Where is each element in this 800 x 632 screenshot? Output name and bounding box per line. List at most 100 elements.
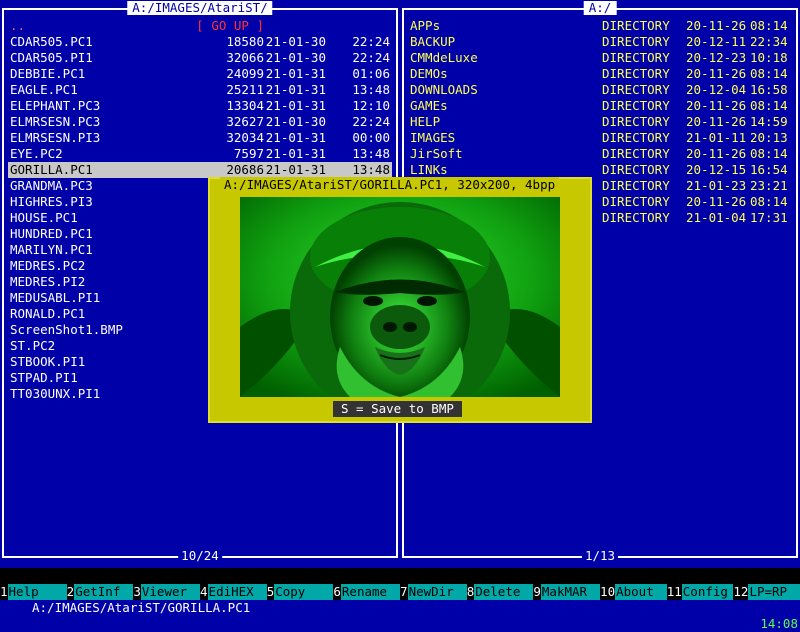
file-size: DIRECTORY [602,82,670,97]
file-name: ST.PC2 [10,338,56,353]
file-time: 22:24 [352,114,390,129]
fkey-number: 11 [666,584,682,599]
file-time: 13:48 [352,146,390,161]
file-name: STPAD.PI1 [10,370,78,385]
file-size: 20686 [226,162,264,177]
right-panel-row-images[interactable]: IMAGES DIRECTORY 21-01-11 20:13 [408,130,792,146]
right-panel-row-help[interactable]: HELP DIRECTORY 20-11-26 14:59 [408,114,792,130]
file-name: EYE.PC2 [10,146,63,161]
file-name: LINKs [410,162,448,177]
file-time: 16:58 [750,82,788,97]
file-name: ELMRSESN.PI3 [10,130,101,145]
fkey-edihex-button[interactable]: 4 EdiHEX [200,584,267,600]
right-panel-row-jirsoft[interactable]: JirSoft DIRECTORY 20-11-26 08:14 [408,146,792,162]
left-panel-row-eye-pc2[interactable]: EYE.PC2 7597 21-01-31 13:48 [8,146,392,162]
file-date: 20-12-23 [686,50,747,65]
fkey-help-button[interactable]: 1 Help [0,584,67,600]
fkey-label: Copy [274,584,334,600]
file-name: DEMOs [410,66,448,81]
gorilla-preview-image [240,197,560,397]
file-date: 21-01-31 [265,66,326,81]
fkey-label: About [615,584,667,600]
right-panel-row-games[interactable]: GAMEs DIRECTORY 20-11-26 08:14 [408,98,792,114]
file-size: DIRECTORY [602,162,670,177]
right-panel-row-downloads[interactable]: DOWNLOADS DIRECTORY 20-12-04 16:58 [408,82,792,98]
file-size: 32066 [226,50,264,65]
left-panel-row-elephant-pc3[interactable]: ELEPHANT.PC3 13304 21-01-31 12:10 [8,98,392,114]
file-time: 13:48 [352,162,390,177]
file-time: 20:13 [750,130,788,145]
file-date: 21-01-30 [265,114,326,129]
file-size: DIRECTORY [602,178,670,193]
fkey-label: EdiHEX [207,584,267,600]
fkey-viewer-button[interactable]: 3 Viewer [133,584,201,600]
file-size: DIRECTORY [602,18,670,33]
right-panel-row-demos[interactable]: DEMOs DIRECTORY 20-11-26 08:14 [408,66,792,82]
fkey-config-button[interactable]: 11 Config [667,584,734,600]
fkey-copy-button[interactable]: 5 Copy [267,584,334,600]
fkey-newdir-button[interactable]: 7 NewDir [400,584,467,600]
file-time: 10:18 [750,50,788,65]
file-date: 21-01-31 [265,82,326,97]
fkey-makmar-button[interactable]: 9 MakMAR [533,584,601,600]
left-panel-row-elmrsesn-pi3[interactable]: ELMRSESN.PI3 32034 21-01-31 00:00 [8,130,392,146]
right-panel-row-apps[interactable]: APPs DIRECTORY 20-11-26 08:14 [408,18,792,34]
file-size: DIRECTORY [602,98,670,113]
file-time: 23:21 [750,178,788,193]
file-size: DIRECTORY [602,50,670,65]
file-size: 13304 [226,98,264,113]
file-date: 20-11-26 [686,194,747,209]
left-panel-row-cdar505-pc1[interactable]: CDAR505.PC1 18580 21-01-30 22:24 [8,34,392,50]
fkey-label: Config [681,584,734,600]
file-name: ScreenShot1.BMP [10,322,123,337]
left-panel-row-elmrsesn-pc3[interactable]: ELMRSESN.PC3 32627 21-01-30 22:24 [8,114,392,130]
left-panel-row-entry[interactable]: .. [ GO UP ] [8,18,392,34]
right-panel-row-cmmdeluxe[interactable]: CMMdeLuxe DIRECTORY 20-12-23 10:18 [408,50,792,66]
file-size: [ GO UP ] [196,18,264,33]
fkey-lp-rp-button[interactable]: 12 LP=RP [733,584,800,600]
left-panel-row-eagle-pc1[interactable]: EAGLE.PC1 25211 21-01-31 13:48 [8,82,392,98]
file-name: STBOOK.PI1 [10,354,86,369]
left-panel-row-debbie-pc1[interactable]: DEBBIE.PC1 24099 21-01-31 01:06 [8,66,392,82]
fkey-delete-button[interactable]: 8 Delete [467,584,534,600]
file-size: DIRECTORY [602,194,670,209]
file-size: 24099 [226,66,264,81]
right-panel-row-backup[interactable]: BACKUP DIRECTORY 20-12-11 22:34 [408,34,792,50]
file-date: 21-01-31 [265,146,326,161]
fkey-rename-button[interactable]: 6 Rename [333,584,401,600]
left-panel-row-cdar505-pi1[interactable]: CDAR505.PI1 32066 21-01-30 22:24 [8,50,392,66]
fkey-label: MakMAR [540,584,601,600]
file-name: APPs [410,18,441,33]
image-preview-dialog[interactable]: A:/IMAGES/AtariST/GORILLA.PC1, 320x200, … [208,177,592,423]
file-name: DOWNLOADS [410,82,478,97]
fkey-getinf-button[interactable]: 2 GetInf [67,584,134,600]
fkey-about-button[interactable]: 10 About [600,584,667,600]
file-name: MARILYN.PC1 [10,242,93,257]
file-time: 22:24 [352,50,390,65]
file-date: 20-11-26 [686,114,747,129]
file-name: CDAR505.PC1 [10,34,93,49]
save-to-bmp-hint[interactable]: S = Save to BMP [333,401,462,417]
file-time: 08:14 [750,98,788,113]
left-panel-path: A:/IMAGES/AtariST/ [127,1,273,15]
left-panel-position: 10/24 [178,549,222,563]
current-file-path: A:/IMAGES/AtariST/GORILLA.PC1 [32,600,251,615]
file-time: 08:14 [750,18,788,33]
fkey-label: GetInf [74,584,134,600]
file-size: 7597 [233,146,264,161]
command-line[interactable]: ∇ † A:/IMAGES/AtariST/GORILLA.PC1 14:08 [0,568,800,631]
left-panel-row-gorilla-pc1[interactable]: GORILLA.PC1 20686 21-01-31 13:48 [8,162,392,178]
file-size: DIRECTORY [602,66,670,81]
fkey-number: 10 [600,584,616,599]
file-time: 16:54 [750,162,788,177]
file-size: 32627 [226,114,264,129]
fkey-number: 7 [400,584,408,599]
file-date: 21-01-23 [686,178,747,193]
right-panel-position: 1/13 [581,549,619,563]
file-date: 20-11-26 [686,146,747,161]
file-name: CDAR505.PI1 [10,50,93,65]
fkey-number: 2 [66,584,75,599]
file-date: 20-11-26 [686,66,747,81]
fkey-number: 12 [733,584,749,599]
right-panel-row-links[interactable]: LINKs DIRECTORY 20-12-15 16:54 [408,162,792,178]
